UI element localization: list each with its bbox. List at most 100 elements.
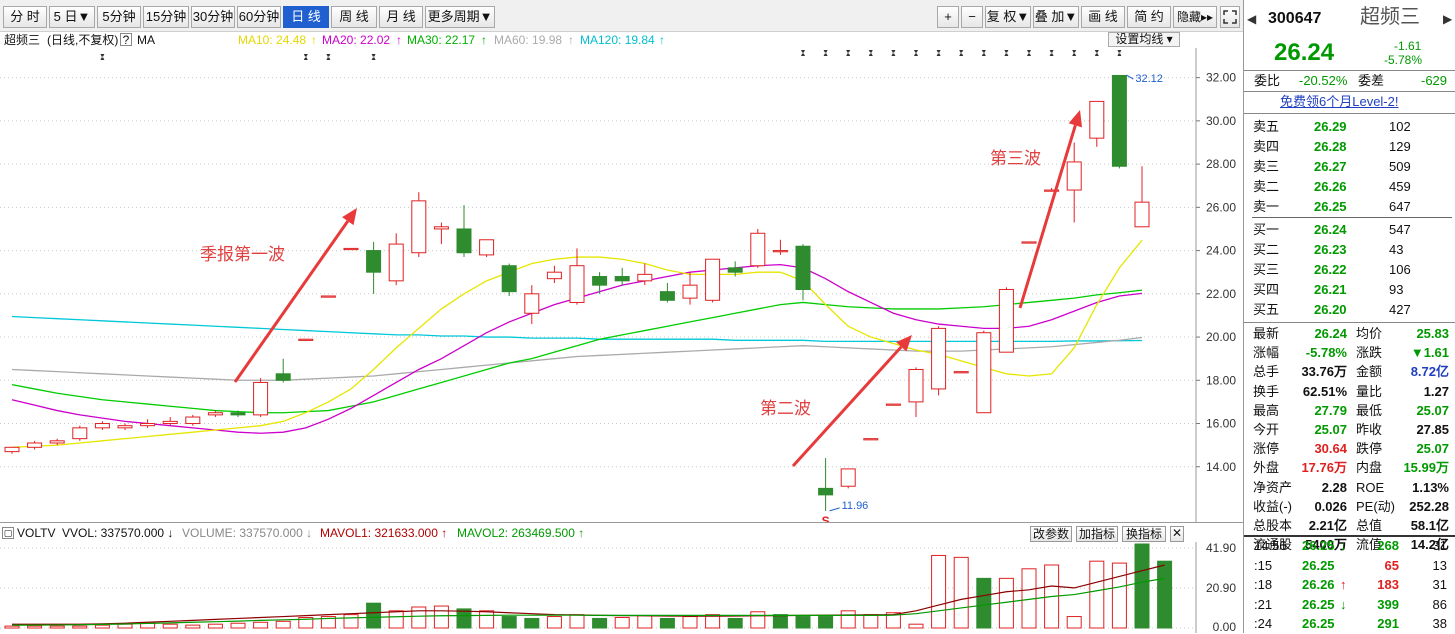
candle[interactable] [614,267,630,286]
close-icon[interactable]: ✕ [1170,526,1184,542]
event-marker-icon[interactable] [326,54,331,60]
event-marker-icon[interactable] [303,54,308,60]
candle[interactable] [818,458,834,511]
candle[interactable] [1021,241,1037,244]
event-marker-icon[interactable] [100,54,105,60]
volume-bar[interactable] [659,617,675,629]
event-marker-icon[interactable] [1027,50,1031,56]
candle[interactable] [750,228,766,268]
candle[interactable] [705,258,721,303]
candle[interactable] [524,285,540,325]
help-icon[interactable]: ? [120,33,132,46]
volume-bar[interactable] [366,602,382,629]
volume-bar[interactable] [614,617,630,629]
volume-bar[interactable] [94,624,110,629]
candle[interactable] [1111,74,1127,169]
event-marker-icon[interactable] [371,54,376,60]
volume-bar[interactable] [411,606,427,629]
candle[interactable] [976,330,992,414]
set-ma-button[interactable]: 设置均线 ▾ [1108,32,1180,47]
volume-bar[interactable] [840,610,856,629]
event-marker-icon[interactable] [1094,50,1099,56]
candle[interactable] [320,295,336,298]
hide-panel-button[interactable]: 隐藏▸▸ [1173,6,1217,28]
volume-bar[interactable] [592,617,608,629]
period-15min-button[interactable]: 15分钟 [143,6,189,28]
event-marker-icon[interactable] [981,50,986,56]
event-marker-icon[interactable] [868,50,873,56]
volume-bar[interactable] [772,614,788,629]
volume-bar[interactable] [117,623,133,629]
volume-bar[interactable] [1134,543,1150,629]
candle[interactable] [931,326,947,396]
candle[interactable] [72,425,88,441]
candle[interactable] [433,222,449,245]
candle[interactable] [682,272,698,305]
volume-bar[interactable] [569,614,585,629]
candle[interactable] [1134,166,1150,228]
candle[interactable] [795,244,811,301]
candle[interactable] [772,239,788,255]
candle[interactable] [998,287,1014,353]
candle[interactable] [185,414,201,426]
candle[interactable] [840,468,856,489]
volume-bar[interactable] [275,620,291,629]
candle[interactable] [117,423,133,431]
candle[interactable] [275,358,291,383]
event-marker-icon[interactable] [914,50,918,56]
event-marker-icon[interactable] [891,50,896,56]
event-marker-icon[interactable] [1049,50,1054,56]
period-weekly-button[interactable]: 周 线 [331,6,377,28]
candle[interactable] [863,438,879,441]
candle[interactable] [253,378,269,418]
simple-mode-button[interactable]: 简 约 [1127,6,1171,28]
volume-bar[interactable] [27,625,43,629]
volume-bar[interactable] [1157,560,1173,629]
volume-bar[interactable] [230,622,246,629]
volume-bar[interactable] [433,605,449,629]
adjust-price-button[interactable]: 复 权▼ [985,6,1031,28]
candle[interactable] [343,247,359,251]
volume-bar[interactable] [795,616,811,629]
candle[interactable] [659,283,675,303]
candle[interactable] [501,263,517,296]
event-marker-icon[interactable] [1072,50,1077,56]
candle[interactable] [366,241,382,294]
period-5day-button[interactable]: 5 日▼ [49,6,95,28]
period-intraday-button[interactable]: 分 时 [3,6,47,28]
volume-bar[interactable] [546,616,562,629]
candle[interactable] [94,421,110,431]
candle[interactable] [479,239,495,258]
back-icon[interactable]: ◀ [1247,9,1256,29]
volume-bar[interactable] [207,623,223,629]
event-marker-icon[interactable] [1004,50,1009,56]
volume-bar[interactable] [343,614,359,629]
volume-bar[interactable] [908,623,924,629]
forward-icon[interactable]: ▶ [1443,9,1452,29]
candle[interactable] [411,192,427,258]
volume-bar[interactable] [682,616,698,629]
draw-line-button[interactable]: 画 线 [1081,6,1125,28]
volume-bar[interactable] [72,625,88,629]
fullscreen-icon[interactable] [1220,6,1240,28]
volume-bar[interactable] [1066,616,1082,629]
candle[interactable] [546,265,562,283]
candle[interactable] [207,410,223,418]
add-indicator-button[interactable]: 加指标 [1076,526,1118,542]
period-30min-button[interactable]: 30分钟 [191,6,235,28]
event-marker-icon[interactable] [823,50,828,56]
period-more-button[interactable]: 更多周期▼ [425,6,495,28]
volume-bar[interactable] [1111,562,1127,629]
candle[interactable] [162,417,178,426]
period-60min-button[interactable]: 60分钟 [237,6,281,28]
candle[interactable] [1066,142,1082,223]
switch-indicator-button[interactable]: 换指标 [1122,526,1166,542]
candle[interactable] [885,403,901,406]
volume-bar[interactable] [818,616,834,629]
volume-bar[interactable] [501,616,517,629]
volume-bar[interactable] [388,610,404,629]
volume-bar[interactable] [931,554,947,629]
candle[interactable] [140,419,156,428]
candle[interactable] [298,338,314,341]
volume-chart[interactable]: 41.90 20.90 0.00 [0,542,1243,633]
